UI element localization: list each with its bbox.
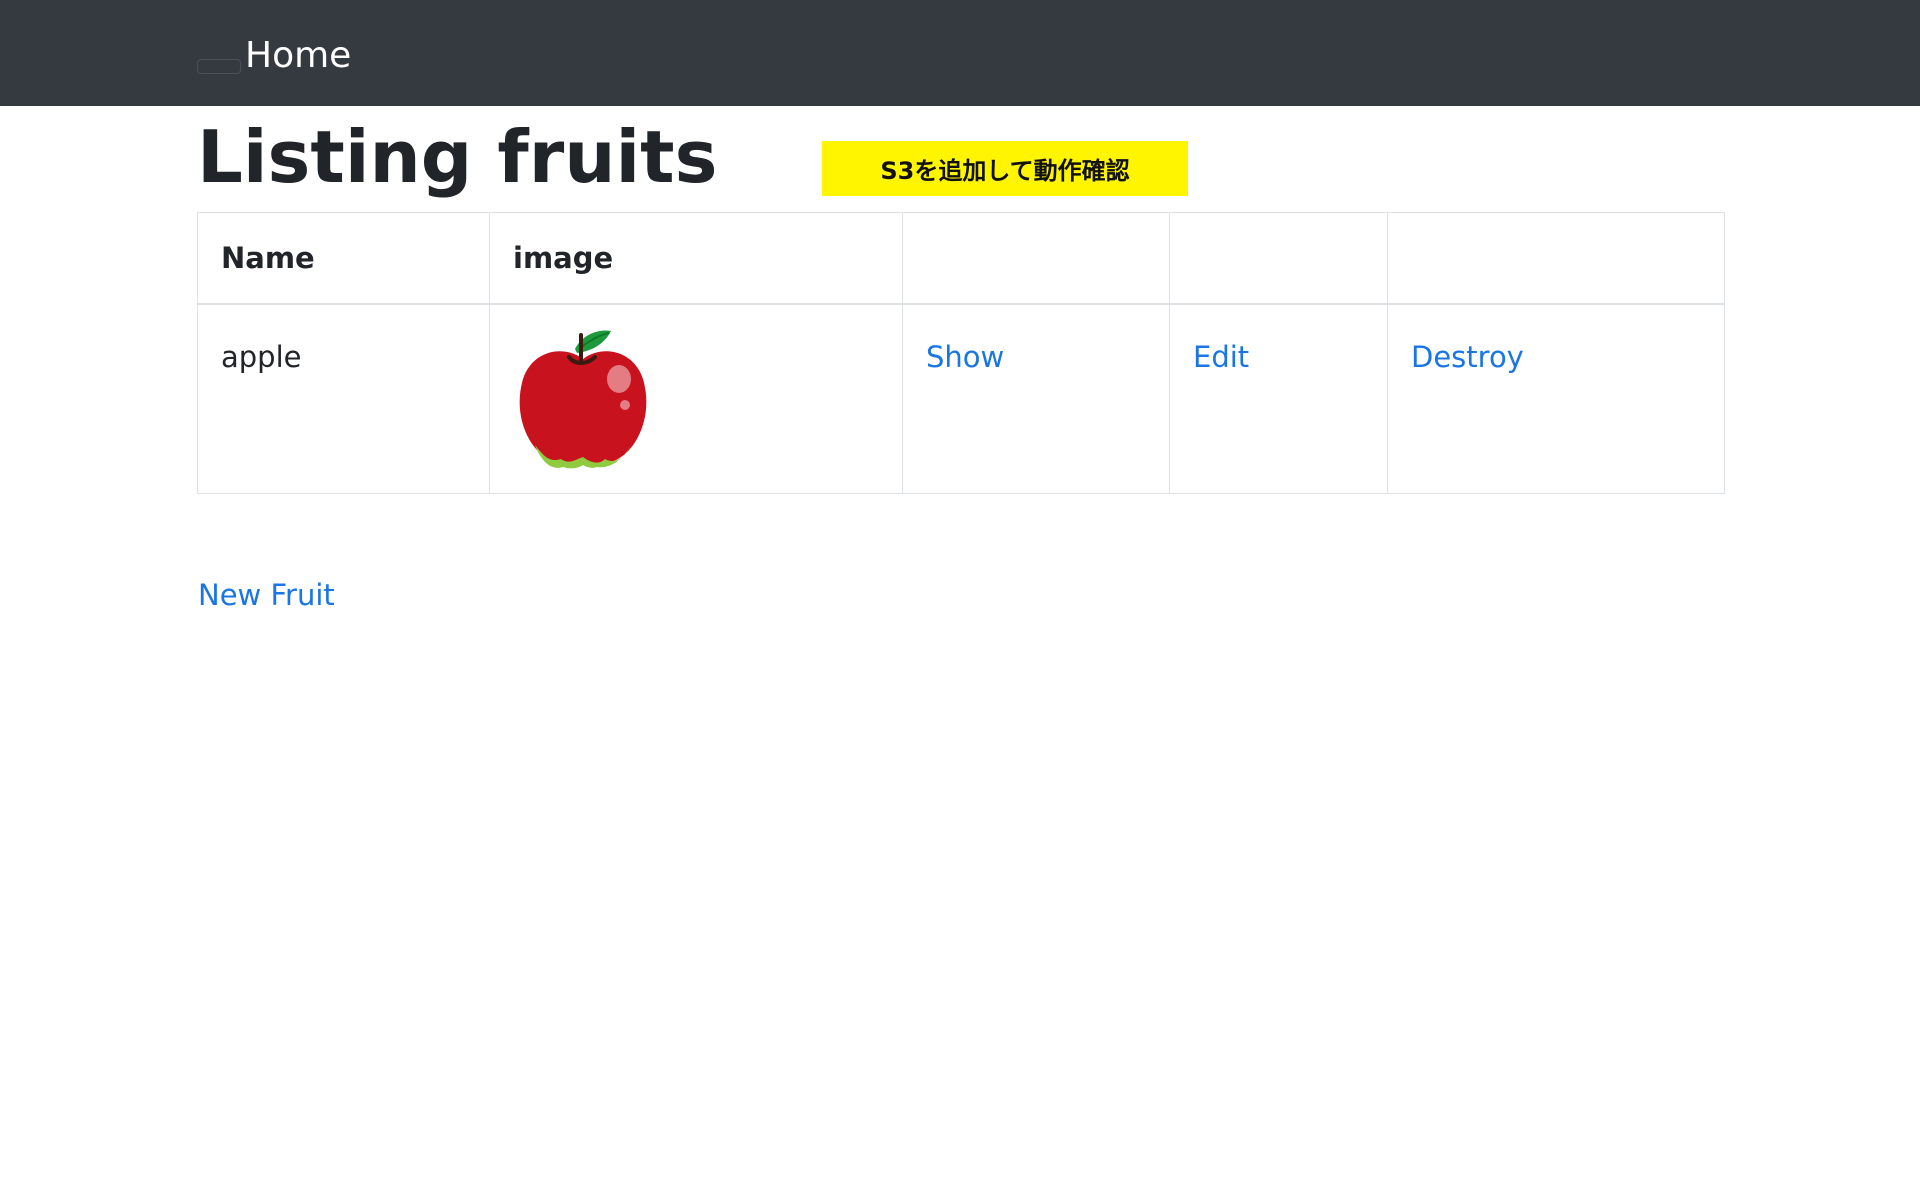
navbar-toggler-button[interactable] <box>197 59 241 74</box>
table-row: apple Show Edit Destroy <box>197 303 1725 494</box>
table-header: Name image <box>197 212 1725 305</box>
top-navbar: Home <box>0 0 1920 106</box>
fruit-name-cell: apple <box>197 303 490 494</box>
fruit-image-cell <box>489 303 903 494</box>
page-title: Listing fruits <box>197 115 718 199</box>
column-header-show <box>902 212 1170 305</box>
show-link[interactable]: Show <box>926 340 1004 374</box>
fruit-edit-cell: Edit <box>1169 303 1388 494</box>
fruit-destroy-cell: Destroy <box>1387 303 1725 494</box>
column-header-image: image <box>489 212 903 305</box>
column-header-name: Name <box>197 212 490 305</box>
edit-link[interactable]: Edit <box>1193 340 1249 374</box>
fruit-show-cell: Show <box>902 303 1170 494</box>
destroy-link[interactable]: Destroy <box>1411 340 1524 374</box>
nav-home-link[interactable]: Home <box>245 32 351 80</box>
column-header-edit <box>1169 212 1388 305</box>
fruits-table: Name image apple Show Edit Destroy <box>197 212 1725 494</box>
note-banner-text: S3を追加して動作確認 <box>880 157 1130 185</box>
table-header-row: Name image <box>197 212 1725 305</box>
column-header-destroy <box>1387 212 1725 305</box>
note-banner: S3を追加して動作確認 <box>822 141 1188 196</box>
new-fruit-link[interactable]: New Fruit <box>198 575 335 615</box>
apple-icon <box>519 330 647 468</box>
